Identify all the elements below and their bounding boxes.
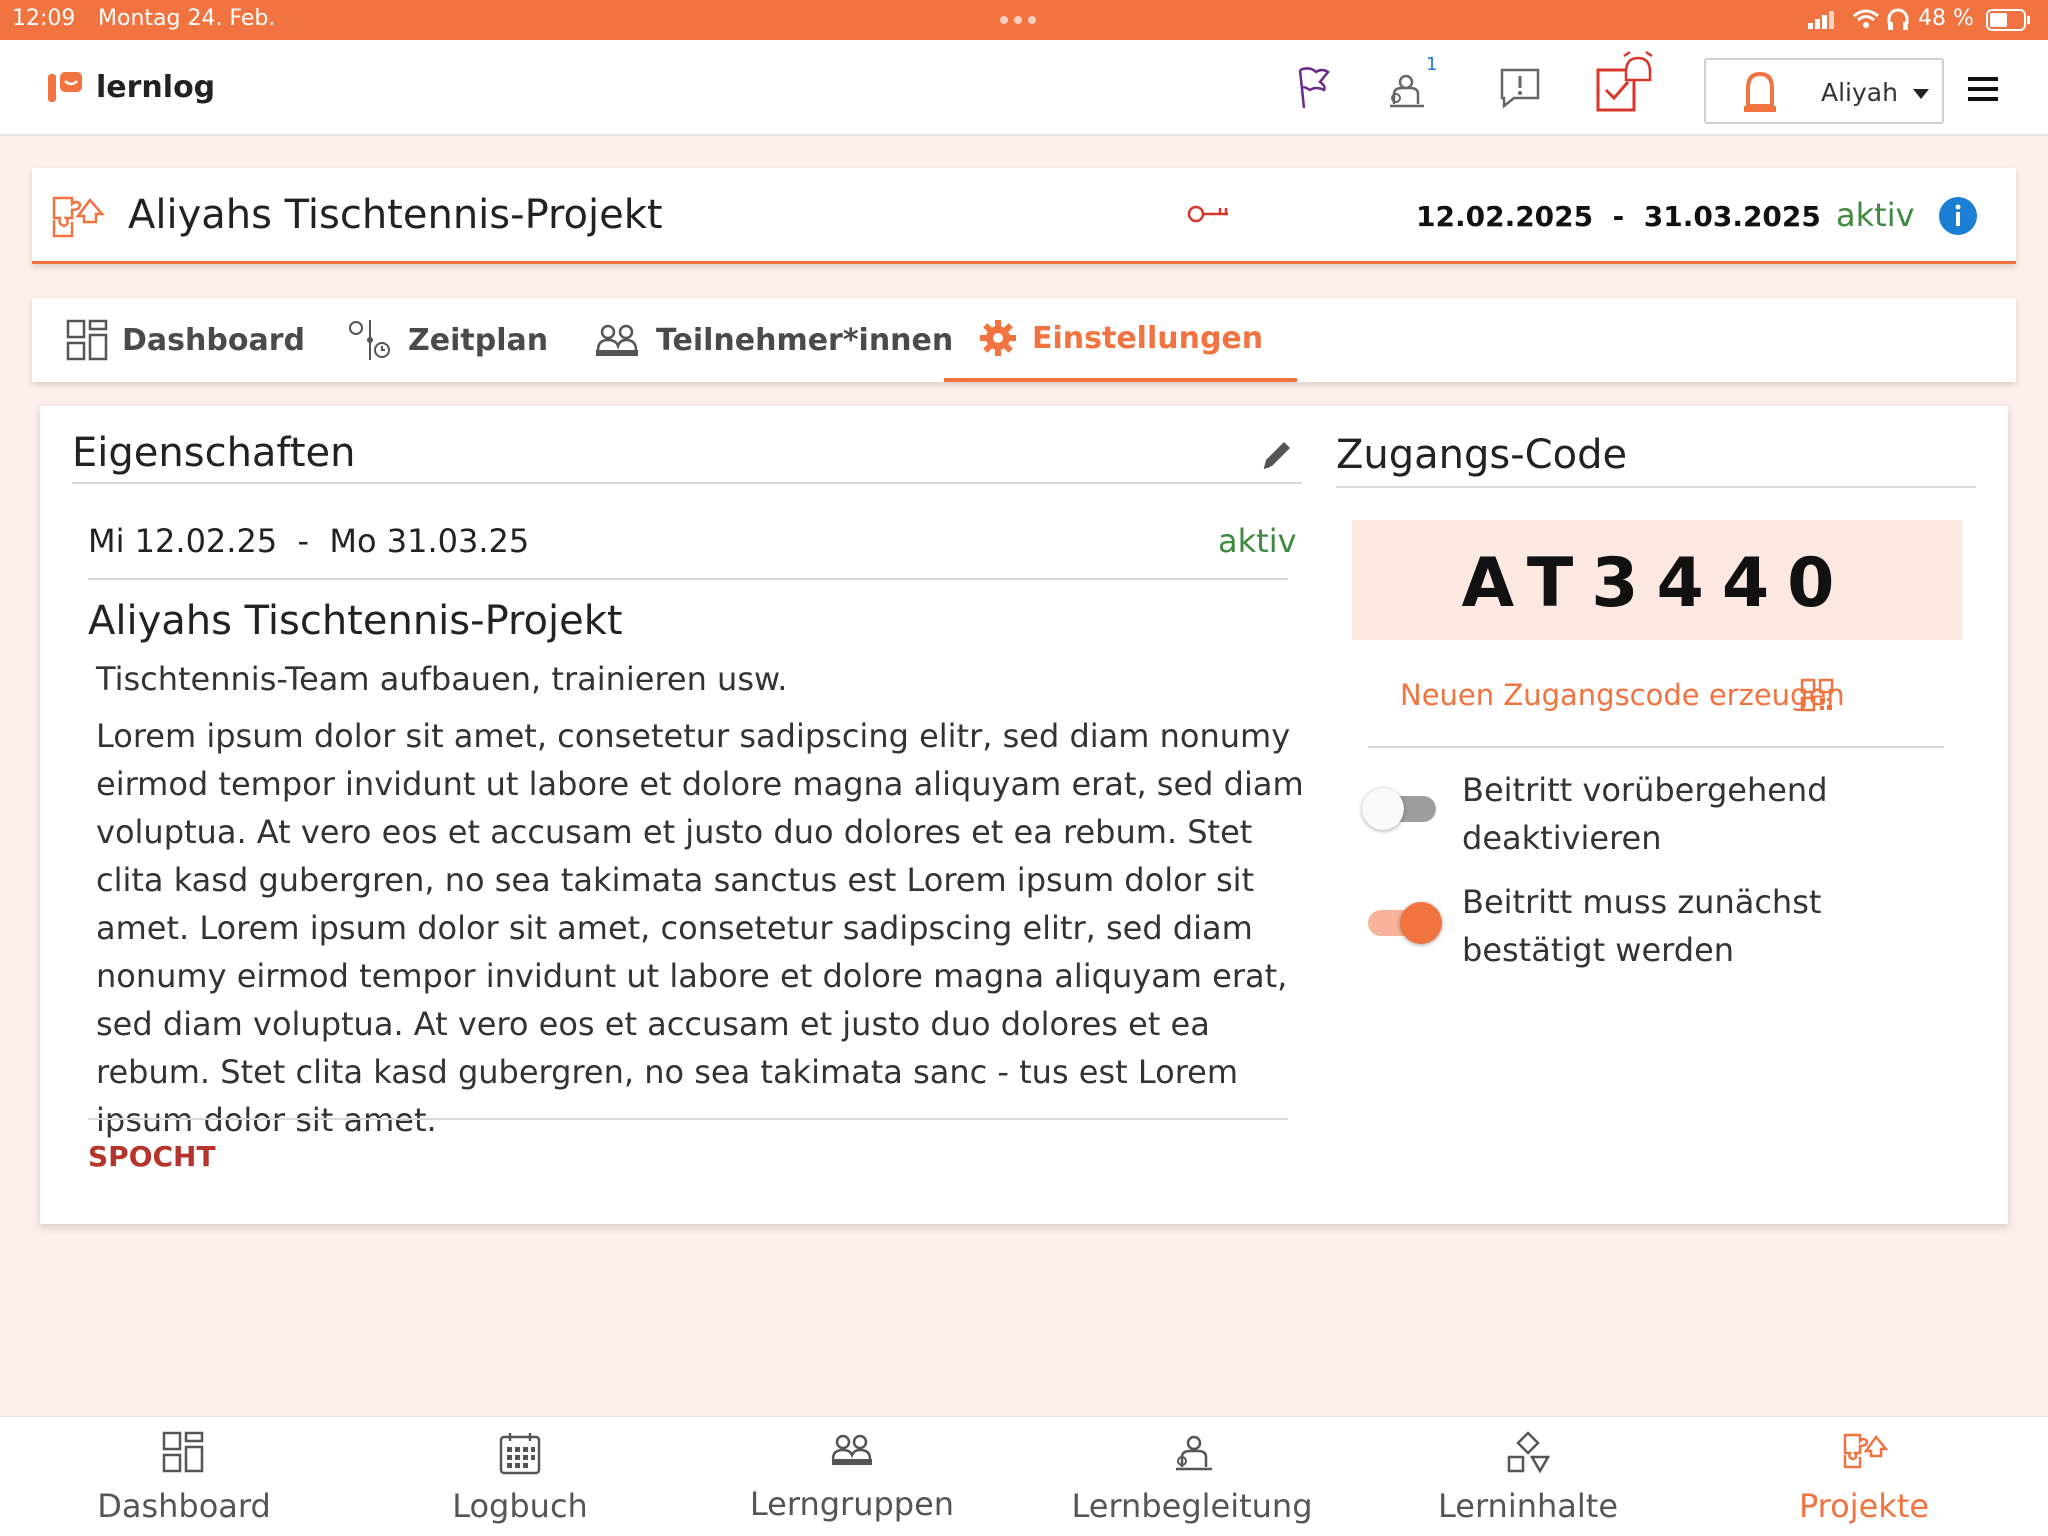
dashboard-icon <box>162 1431 204 1473</box>
project-bar: Aliyahs Tischtennis-Projekt 12.02.2025 -… <box>32 168 2016 264</box>
properties-description: Lorem ipsum dolor sit amet, consetetur s… <box>96 717 1304 1139</box>
tab-dashboard-label: Dashboard <box>122 322 305 358</box>
user-dropdown[interactable]: Aliyah <box>1704 58 1944 124</box>
tab-einstellungen[interactable]: Einstellungen <box>944 298 1298 382</box>
nav-dashboard-label: Dashboard <box>97 1487 271 1525</box>
feedback-icon[interactable] <box>1492 60 1548 116</box>
tab-dashboard[interactable]: Dashboard <box>66 298 305 382</box>
signal-icon <box>1808 11 1834 29</box>
user-avatar-icon <box>1744 71 1776 112</box>
toggle-confirm-join-label: Beitritt muss zunächst bestätigt werden <box>1462 883 1822 969</box>
tab-zeitplan[interactable]: Zeitplan <box>346 298 548 382</box>
headphones-icon <box>1887 8 1909 30</box>
edit-pencil-icon[interactable] <box>1260 438 1294 472</box>
properties-subtitle: Tischtennis-Team aufbauen, trainieren us… <box>96 660 788 698</box>
multitasking-dots-icon[interactable] <box>1000 16 1036 24</box>
key-icon[interactable] <box>1186 202 1230 226</box>
status-bar: 12:09 Montag 24. Feb. 48 % <box>0 0 2048 40</box>
toggle-disable-join-label: Beitritt vorübergehend deaktivieren <box>1462 771 1828 857</box>
gear-icon <box>980 320 1016 356</box>
timeline-icon <box>349 320 390 360</box>
groups-icon <box>831 1434 872 1465</box>
nav-lernbegleitung[interactable]: Lernbegleitung <box>1042 1417 1342 1536</box>
divider <box>1336 486 1976 488</box>
logo-text[interactable]: lernlog <box>96 70 215 105</box>
shapes-icon <box>1507 1431 1550 1474</box>
bottom-navigation: Dashboard Logbuch Lerngruppen Lernbeglei… <box>0 1416 2048 1536</box>
settings-card: Eigenschaften Mi 12.02.25 - Mo 31.03.25 … <box>40 406 2008 1224</box>
tab-einstellungen-label: Einstellungen <box>1032 320 1264 356</box>
tab-zeitplan-label: Zeitplan <box>408 322 549 358</box>
project-puzzle-icon <box>1843 1433 1888 1469</box>
toggle-confirm-join[interactable] <box>1362 902 1442 944</box>
access-code-heading: Zugangs-Code <box>1336 432 1628 478</box>
project-puzzle-icon <box>52 196 105 238</box>
participants-icon <box>596 324 638 356</box>
notification-count: 1 <box>1426 54 1438 75</box>
nav-lernbegleitung-label: Lernbegleitung <box>1071 1487 1313 1525</box>
divider <box>1368 746 1944 748</box>
nav-lerngruppen[interactable]: Lerngruppen <box>702 1417 1002 1536</box>
nav-logbuch-label: Logbuch <box>452 1487 588 1525</box>
project-date-range: 12.02.2025 - 31.03.2025 <box>1416 200 1821 233</box>
nav-lerngruppen-label: Lerngruppen <box>749 1485 955 1523</box>
nav-projekte[interactable]: Projekte <box>1714 1417 2014 1536</box>
battery-percent: 48 % <box>1918 6 1974 31</box>
project-status: aktiv <box>1836 196 1915 234</box>
properties-status: aktiv <box>1218 522 1297 560</box>
project-title: Aliyahs Tischtennis-Projekt <box>128 192 663 238</box>
properties-heading: Eigenschaften <box>72 430 356 476</box>
info-icon[interactable] <box>1938 196 1978 236</box>
access-code: AT3440 <box>1461 544 1853 623</box>
dashboard-icon <box>66 319 108 361</box>
flag-icon[interactable] <box>1286 60 1342 116</box>
tab-teilnehmer-label: Teilnehmer*innen <box>656 322 954 358</box>
project-tabs: Dashboard Zeitplan Teilnehmer*innen Eins… <box>32 298 2016 382</box>
properties-name: Aliyahs Tischtennis-Projekt <box>88 598 623 644</box>
battery-icon <box>1986 9 2030 31</box>
nav-logbuch[interactable]: Logbuch <box>370 1417 670 1536</box>
app-header: lernlog 1 Aliyah <box>0 40 2048 136</box>
calendar-icon <box>499 1433 541 1475</box>
chevron-down-icon <box>1913 89 1929 99</box>
lernlog-logo-icon[interactable] <box>46 70 84 106</box>
wifi-icon <box>1853 9 1879 28</box>
status-date: Montag 24. Feb. <box>98 6 276 31</box>
toggle-disable-join[interactable] <box>1362 788 1442 830</box>
nav-lerninhalte-label: Lerninhalte <box>1437 1487 1618 1525</box>
divider <box>72 482 1302 484</box>
status-time: 12:09 <box>12 6 76 31</box>
learning-support-icon <box>1176 1435 1212 1471</box>
divider <box>88 1118 1288 1120</box>
nav-dashboard[interactable]: Dashboard <box>34 1417 334 1536</box>
task-alarm-icon[interactable] <box>1590 50 1660 120</box>
access-code-box: AT3440 <box>1352 520 1962 640</box>
nav-lerninhalte[interactable]: Lerninhalte <box>1378 1417 1678 1536</box>
qr-code-icon[interactable] <box>1800 678 1834 712</box>
nav-projekte-label: Projekte <box>1798 1487 1930 1525</box>
user-name: Aliyah <box>1821 78 1898 107</box>
properties-dates: Mi 12.02.25 - Mo 31.03.25 <box>88 522 530 560</box>
tab-teilnehmer[interactable]: Teilnehmer*innen <box>594 298 953 382</box>
properties-tag[interactable]: SPOCHT <box>88 1140 216 1173</box>
divider <box>88 578 1288 580</box>
generate-code-link[interactable]: Neuen Zugangscode erzeugen <box>1400 678 1845 712</box>
menu-icon[interactable] <box>1968 76 2000 102</box>
